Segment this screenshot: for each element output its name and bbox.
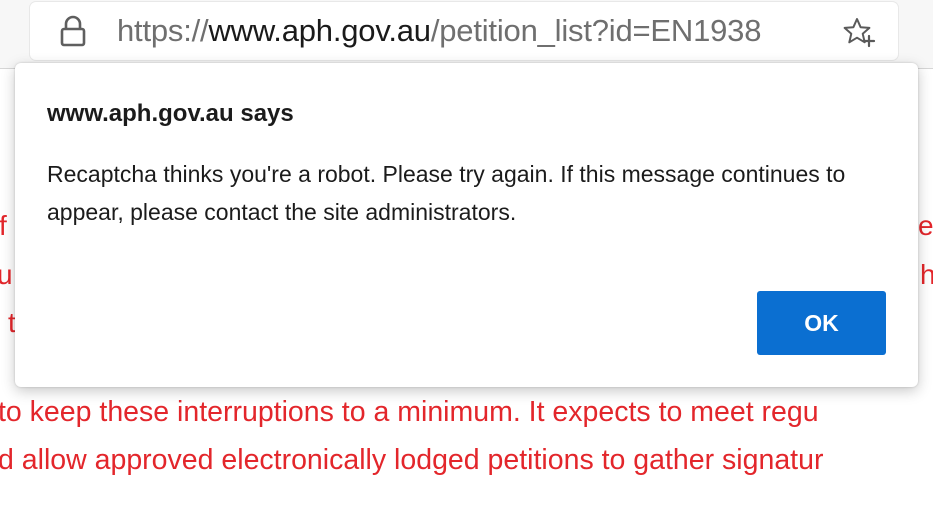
page-fragment-right: es	[918, 210, 933, 241]
url-text[interactable]: https://www.aph.gov.au/petition_list?id=…	[117, 12, 761, 50]
browser-toolbar: https://www.aph.gov.au/petition_list?id=…	[0, 0, 933, 69]
alert-dialog: www.aph.gov.au says Recaptcha thinks you…	[15, 63, 918, 387]
url-scheme: https://	[117, 13, 209, 48]
lock-icon[interactable]	[58, 14, 88, 48]
ok-button[interactable]: OK	[757, 291, 886, 355]
star-add-icon[interactable]	[842, 15, 876, 49]
url-host: www.aph.gov.au	[208, 13, 431, 48]
url-path: /petition_list?id=EN1938	[430, 13, 762, 48]
browser-window: https://www.aph.gov.au/petition_list?id=…	[0, 0, 933, 506]
page-fragment-left: u	[0, 259, 13, 290]
page-fragment-right: h	[920, 259, 933, 290]
dialog-message: Recaptcha thinks you're a robot. Please …	[47, 161, 846, 225]
page-text-line: to keep these interruptions to a minimum…	[0, 396, 819, 428]
page-text-line: d allow approved electronically lodged p…	[0, 444, 824, 476]
page-fragment-left: f	[0, 210, 7, 241]
dialog-title: www.aph.gov.au says	[47, 100, 294, 127]
